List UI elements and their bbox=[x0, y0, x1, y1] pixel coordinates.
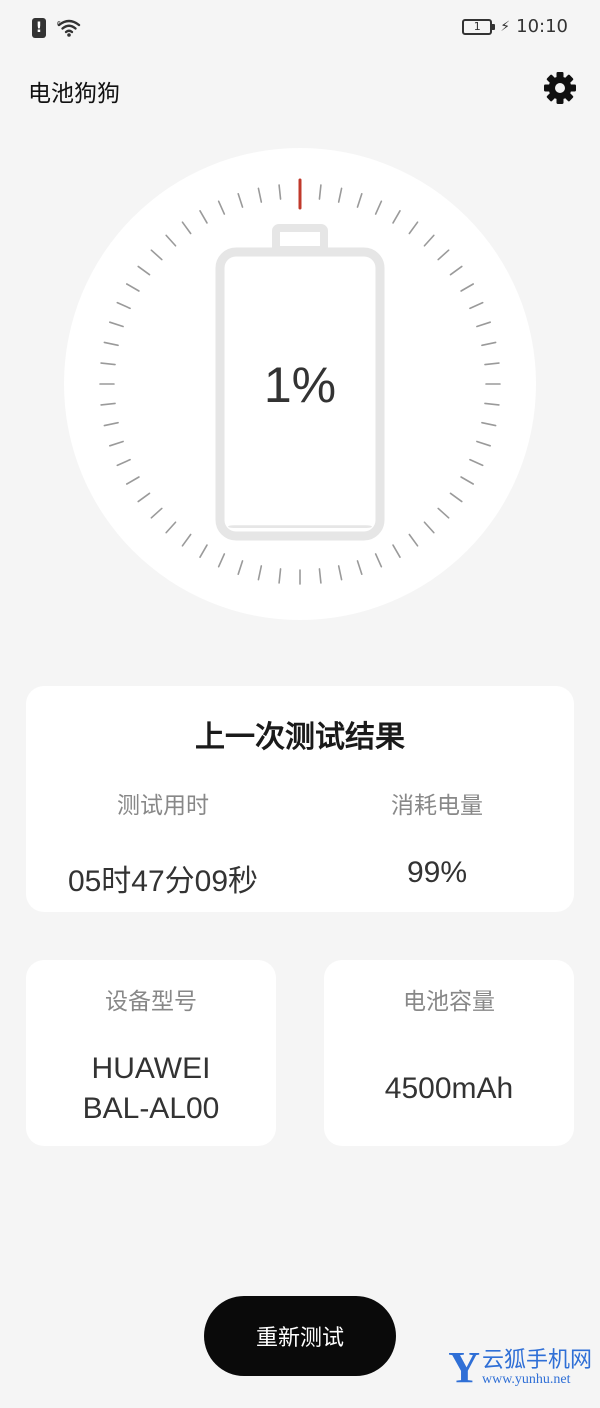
dial-tick bbox=[481, 421, 497, 427]
dial-tick bbox=[460, 476, 475, 485]
status-battery-icon: 1 bbox=[462, 18, 496, 35]
dial-tick bbox=[437, 507, 450, 519]
battery-fill bbox=[228, 525, 372, 528]
dial-tick bbox=[318, 184, 322, 200]
dial-tick bbox=[449, 265, 463, 276]
dial-tick bbox=[392, 544, 401, 559]
alert-icon: ! bbox=[32, 18, 46, 38]
duration-value: 05时47分09秒 bbox=[67, 865, 259, 898]
device-model-card: 设备型号 HUAWEI BAL-AL00 bbox=[26, 960, 276, 1146]
dial-tick bbox=[165, 234, 177, 247]
dial-tick bbox=[423, 234, 435, 247]
watermark-site-name: 云狐手机网 bbox=[481, 1347, 592, 1372]
dial-tick bbox=[217, 200, 226, 215]
dial-tick bbox=[116, 301, 131, 310]
dial-tick bbox=[469, 458, 484, 467]
dial-tick bbox=[356, 192, 363, 208]
dial-tick bbox=[449, 492, 463, 503]
gear-icon[interactable] bbox=[542, 70, 578, 106]
dial-tick bbox=[150, 507, 163, 519]
dial-tick bbox=[237, 560, 244, 576]
watermark-url: www.yunhu.net bbox=[481, 1372, 571, 1387]
status-battery-level: 1 bbox=[473, 20, 481, 33]
dial-tick bbox=[257, 565, 263, 581]
dial-tick bbox=[423, 521, 435, 534]
device-model-line2: BAL-AL00 bbox=[82, 1092, 220, 1125]
dial-tick bbox=[165, 521, 177, 534]
battery-capacity-value: 4500mAh bbox=[384, 1072, 514, 1105]
watermark-text: 云狐手机网 www.yunhu.net bbox=[482, 1348, 592, 1388]
dial-tick bbox=[116, 458, 131, 467]
wifi-badge: 6 bbox=[57, 21, 61, 28]
last-result-title: 上一次测试结果 bbox=[195, 720, 405, 755]
dial-tick bbox=[137, 492, 151, 503]
dial-tick bbox=[408, 533, 419, 547]
app-bar: 电池狗狗 bbox=[0, 68, 600, 114]
watermark-logo: Y bbox=[448, 1343, 480, 1392]
battery-capacity-card: 电池容量 4500mAh bbox=[324, 960, 574, 1146]
status-bar-right: 1 ⚡ 10:10 bbox=[462, 16, 568, 37]
dial-tick bbox=[392, 209, 401, 224]
device-model-line1: HUAWEI bbox=[91, 1052, 211, 1085]
retest-button[interactable]: 重新测试 bbox=[204, 1296, 396, 1376]
device-model-label: 设备型号 bbox=[105, 989, 197, 1015]
dial-tick bbox=[108, 321, 124, 328]
duration-label: 测试用时 bbox=[117, 793, 209, 819]
battery-percent: 1% bbox=[263, 357, 337, 413]
dial-tick bbox=[125, 283, 140, 292]
dial-tick bbox=[125, 476, 140, 485]
dial-tick bbox=[103, 421, 119, 427]
dial-tick bbox=[374, 200, 383, 215]
dial-tick bbox=[460, 283, 475, 292]
dial-tick bbox=[181, 221, 192, 235]
dial-tick bbox=[199, 544, 208, 559]
dial-tick bbox=[337, 565, 343, 581]
dial-tick bbox=[476, 321, 492, 328]
status-bar: ! 6 1 ⚡ 10:10 bbox=[0, 0, 600, 56]
dial-tick bbox=[476, 440, 492, 447]
battery-dial: 1% bbox=[64, 148, 536, 620]
dial-tick bbox=[217, 553, 226, 568]
alert-glyph: ! bbox=[35, 20, 43, 36]
dial-tick bbox=[199, 209, 208, 224]
consumed-value: 99% bbox=[406, 856, 468, 889]
dial-tick bbox=[278, 184, 282, 200]
status-time: 10:10 bbox=[516, 16, 568, 37]
last-result-card: 上一次测试结果 测试用时 05时47分09秒 消耗电量 99% bbox=[26, 686, 574, 912]
dial-tick bbox=[481, 341, 497, 347]
consumed-label: 消耗电量 bbox=[391, 793, 483, 819]
site-watermark: Y 云狐手机网 www.yunhu.net bbox=[448, 1346, 592, 1390]
dial-tick bbox=[103, 341, 119, 347]
dial-tick bbox=[356, 560, 363, 576]
dial-tick bbox=[108, 440, 124, 447]
dial-tick bbox=[437, 249, 450, 261]
dial-tick bbox=[408, 221, 419, 235]
dial-tick bbox=[237, 192, 244, 208]
battery-capacity-label: 电池容量 bbox=[403, 989, 495, 1015]
wifi-icon: 6 bbox=[57, 19, 81, 37]
dial-tick bbox=[137, 265, 151, 276]
status-bar-left: ! 6 bbox=[32, 18, 82, 38]
dial-tick bbox=[318, 568, 322, 584]
dial-tick bbox=[278, 568, 282, 584]
app-title: 电池狗狗 bbox=[28, 81, 120, 107]
charging-bolt-icon: ⚡ bbox=[500, 18, 511, 35]
dial-tick bbox=[374, 553, 383, 568]
dial-tick bbox=[337, 187, 343, 203]
dial-tick bbox=[181, 533, 192, 547]
dial-tick bbox=[469, 301, 484, 310]
dial-tick bbox=[257, 187, 263, 203]
dial-tick bbox=[150, 249, 163, 261]
